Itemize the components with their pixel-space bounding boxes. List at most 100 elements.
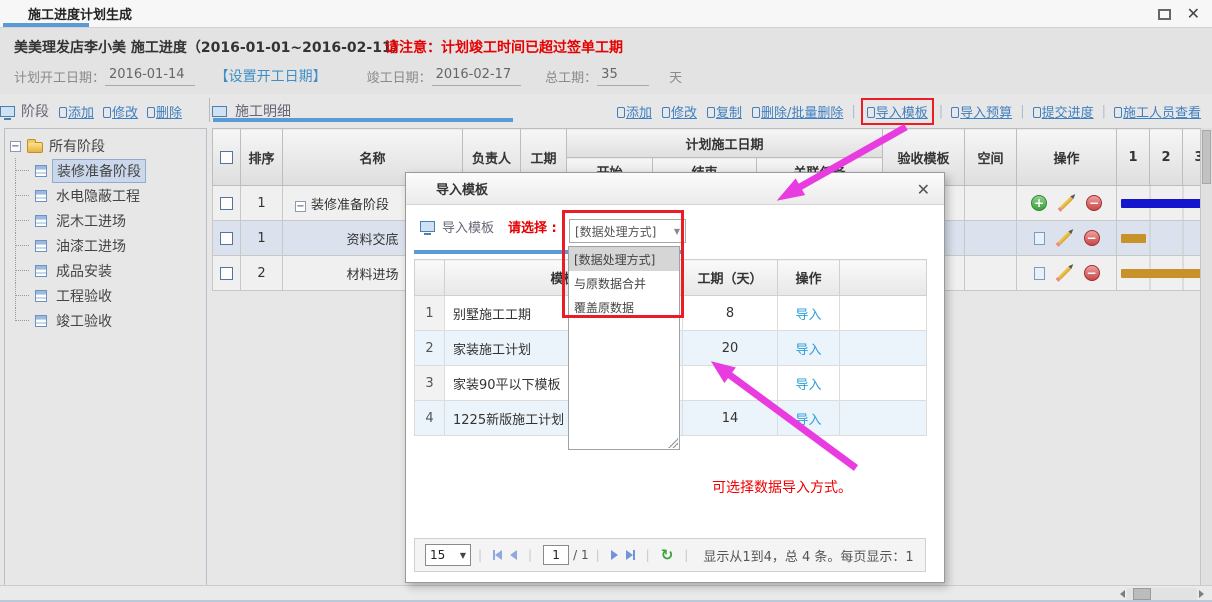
row-checkbox[interactable] xyxy=(220,197,233,210)
tree-root-label[interactable]: 所有阶段 xyxy=(49,136,105,156)
sidebar-tabs: 阶段 添加 修改 删除 xyxy=(0,95,210,127)
divider: | xyxy=(851,104,855,119)
stage-edit-link[interactable]: 修改 xyxy=(103,102,138,121)
page-size-select[interactable]: 15▼ xyxy=(425,544,471,566)
import-template-link[interactable]: 导入模板 xyxy=(867,106,928,121)
scrollbar-thumb[interactable] xyxy=(1202,130,1211,184)
tab-import-template[interactable]: 导入模板 xyxy=(442,217,494,236)
scrollbar-thumb[interactable] xyxy=(1133,588,1151,600)
col-blank xyxy=(840,260,927,296)
option-merge[interactable]: 与原数据合并 xyxy=(569,271,679,295)
tree-item-plumbing[interactable]: 水电隐蔽工程 xyxy=(5,183,206,208)
import-action-link[interactable]: 导入 xyxy=(795,413,821,428)
folder-icon xyxy=(27,142,43,153)
date-row: 计划开工日期： 2016-01-14 【设置开工日期】 竣工日期： 2016-0… xyxy=(14,66,682,86)
stage-delete-link[interactable]: 删除 xyxy=(147,102,182,121)
bullet-icon xyxy=(1114,107,1122,118)
bullet-icon xyxy=(1033,107,1041,118)
col-rownum xyxy=(415,260,445,296)
tree-item-inspection[interactable]: 工程验收 xyxy=(5,283,206,308)
edit-icon[interactable] xyxy=(1057,231,1070,244)
delete-icon[interactable]: − xyxy=(1084,265,1100,281)
submit-progress-link[interactable]: 提交进度 xyxy=(1033,102,1094,121)
tree-item-decorate-prep[interactable]: 装修准备阶段 xyxy=(5,158,206,183)
dialog-title: 导入模板 xyxy=(436,179,488,198)
first-page-button[interactable] xyxy=(493,550,502,560)
col-ops: 操作 xyxy=(1017,129,1117,186)
app-window: 施工进度计划生成 ✕ 美美理发店李小美 施工进度（2016-01-01~2016… xyxy=(0,0,1212,602)
total-duration-value: 35 xyxy=(597,67,649,86)
next-page-button[interactable] xyxy=(611,550,618,560)
page-number-input[interactable]: 1 xyxy=(543,545,569,565)
import-template-highlight-box: 导入模板 xyxy=(861,98,934,125)
delete-batch-link[interactable]: 删除/批量删除 xyxy=(752,102,843,121)
divider: | xyxy=(646,548,650,562)
row-checkbox[interactable] xyxy=(220,232,233,245)
edit-link[interactable]: 修改 xyxy=(662,102,697,121)
divider: | xyxy=(596,548,600,562)
edit-icon[interactable] xyxy=(1057,266,1070,279)
prev-page-button[interactable] xyxy=(510,550,517,560)
scroll-left-icon[interactable] xyxy=(1120,590,1125,598)
pagination-bar: 15▼ | | 1 / 1 | | ↻ | 显示从1到4，总 4 条。每页显示：… xyxy=(414,538,926,572)
set-start-date-button[interactable]: 【设置开工日期】 xyxy=(215,66,327,86)
bullet-icon xyxy=(59,107,67,118)
select-all-checkbox[interactable] xyxy=(220,151,233,164)
edit-icon[interactable] xyxy=(1060,196,1073,209)
copy-icon[interactable] xyxy=(1034,267,1045,280)
add-link[interactable]: 添加 xyxy=(617,102,652,121)
bullet-icon xyxy=(662,107,670,118)
add-row-icon[interactable]: + xyxy=(1031,195,1047,211)
page-total: / 1 xyxy=(573,548,589,562)
data-mode-select[interactable]: [数据处理方式] ▼ xyxy=(569,219,686,243)
col-days: 工期（天） xyxy=(683,260,778,296)
tree-item-install[interactable]: 成品安装 xyxy=(5,258,206,283)
option-default[interactable]: [数据处理方式] xyxy=(569,247,679,271)
resize-grip-icon[interactable] xyxy=(668,438,678,448)
scrollbar-track[interactable] xyxy=(1127,588,1197,600)
divider: | xyxy=(939,104,943,119)
collapse-icon[interactable]: − xyxy=(295,201,306,212)
import-action-link[interactable]: 导入 xyxy=(795,378,821,393)
grid-icon xyxy=(35,215,47,227)
delete-icon[interactable]: − xyxy=(1084,230,1100,246)
copy-link[interactable]: 复制 xyxy=(707,102,742,121)
last-page-button[interactable] xyxy=(626,550,635,560)
dialog-titlebar[interactable]: 导入模板 ✕ xyxy=(406,173,944,205)
bullet-icon xyxy=(617,107,625,118)
annotation-text: 可选择数据导入方式。 xyxy=(712,477,852,497)
tree-item-carpentry[interactable]: 泥木工进场 xyxy=(5,208,206,233)
stage-add-link[interactable]: 添加 xyxy=(59,102,94,121)
grid-icon xyxy=(35,190,47,202)
collapse-icon[interactable]: − xyxy=(10,141,21,152)
tree-root[interactable]: − 所有阶段 xyxy=(5,134,206,158)
finish-label: 竣工日期： xyxy=(367,67,432,86)
import-action-link[interactable]: 导入 xyxy=(795,308,821,323)
worker-view-link[interactable]: 施工人员查看 xyxy=(1114,102,1201,121)
col-space: 空间 xyxy=(965,129,1017,186)
detail-tab-underline xyxy=(213,118,513,122)
bottom-bar xyxy=(0,585,1212,602)
import-budget-link[interactable]: 导入预算 xyxy=(951,102,1012,121)
tree-item-final-accept[interactable]: 竣工验收 xyxy=(5,308,206,333)
bullet-icon xyxy=(103,107,111,118)
option-overwrite[interactable]: 覆盖原数据 xyxy=(569,295,679,319)
copy-icon[interactable] xyxy=(1034,232,1045,245)
import-action-link[interactable]: 导入 xyxy=(795,343,821,358)
delete-icon[interactable]: − xyxy=(1086,195,1102,211)
divider: | xyxy=(528,548,532,562)
gantt-bar xyxy=(1121,199,1200,208)
row-checkbox[interactable] xyxy=(220,267,233,280)
maximize-icon[interactable] xyxy=(1158,9,1171,20)
dialog-close-icon[interactable]: ✕ xyxy=(917,180,930,199)
tab-stage[interactable]: 阶段 xyxy=(21,101,49,121)
scroll-right-icon[interactable] xyxy=(1199,590,1204,598)
plan-start-value[interactable]: 2016-01-14 xyxy=(105,67,195,86)
vertical-scrollbar[interactable] xyxy=(1200,128,1212,585)
chevron-down-icon: ▼ xyxy=(674,227,680,236)
refresh-icon[interactable]: ↻ xyxy=(661,546,674,564)
tree-item-painting[interactable]: 油漆工进场 xyxy=(5,233,206,258)
project-title: 美美理发店李小美 施工进度（2016-01-01~2016-02-11） xyxy=(14,37,406,57)
close-icon[interactable]: ✕ xyxy=(1187,6,1200,22)
horizontal-scrollbar[interactable] xyxy=(1120,588,1204,600)
